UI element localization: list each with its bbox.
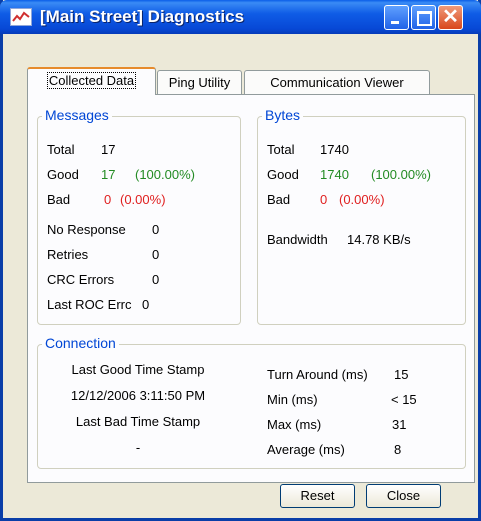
collected-data-panel: Messages Total 17 Good 17 (100.00%) Bad … xyxy=(27,94,475,483)
min-ms-label: Min (ms) xyxy=(267,392,318,407)
last-bad-time-stamp-value: - xyxy=(135,440,141,455)
messages-bad-pct: (0.00%) xyxy=(120,192,166,207)
no-response-value: 0 xyxy=(152,222,160,237)
last-roc-error-label: Last ROC Errc xyxy=(47,297,132,312)
close-button[interactable]: Close xyxy=(366,484,441,508)
connection-legend: Connection xyxy=(42,335,119,351)
bytes-bad-value: 0 xyxy=(320,192,328,207)
chart-app-icon xyxy=(10,8,32,26)
tab-ping-utility[interactable]: Ping Utility xyxy=(157,70,242,94)
bandwidth-value: 14.78 KB/s xyxy=(347,232,411,247)
minimize-button[interactable] xyxy=(384,5,409,30)
turn-around-value: 15 xyxy=(394,367,409,382)
min-ms-value: < 15 xyxy=(391,392,417,407)
bandwidth-label: Bandwidth xyxy=(267,232,328,247)
last-good-time-stamp-label: Last Good Time Stamp xyxy=(71,362,205,377)
bytes-total-value: 1740 xyxy=(320,142,349,157)
crc-errors-label: CRC Errors xyxy=(47,272,115,287)
retries-value: 0 xyxy=(152,247,160,262)
reset-button[interactable]: Reset xyxy=(280,484,355,508)
messages-bad-label: Bad xyxy=(47,192,71,207)
max-ms-value: 31 xyxy=(392,417,407,432)
close-icon: ✕ xyxy=(442,6,459,28)
last-good-time-stamp-value: 12/12/2006 3:11:50 PM xyxy=(70,388,206,403)
bytes-legend: Bytes xyxy=(262,107,304,123)
tab-communication-viewer[interactable]: Communication Viewer xyxy=(244,70,430,94)
tab-collected-data[interactable]: Collected Data xyxy=(27,67,156,95)
messages-good-pct: (100.00%) xyxy=(135,167,195,182)
bytes-good-value: 1740 xyxy=(320,167,349,182)
maximize-button[interactable] xyxy=(411,5,436,30)
bytes-bad-pct: (0.00%) xyxy=(339,192,385,207)
turn-around-label: Turn Around (ms) xyxy=(267,367,368,382)
bytes-total-label: Total xyxy=(267,142,295,157)
crc-errors-value: 0 xyxy=(152,272,160,287)
messages-legend: Messages xyxy=(42,107,112,123)
messages-total-value: 17 xyxy=(101,142,116,157)
last-bad-time-stamp-label: Last Bad Time Stamp xyxy=(75,414,201,429)
messages-good-label: Good xyxy=(47,167,79,182)
max-ms-label: Max (ms) xyxy=(267,417,322,432)
last-roc-error-value: 0 xyxy=(142,297,150,312)
average-ms-label: Average (ms) xyxy=(267,442,345,457)
messages-total-label: Total xyxy=(47,142,75,157)
bytes-good-label: Good xyxy=(267,167,299,182)
connection-group: Connection Last Good Time Stamp 12/12/20… xyxy=(37,335,466,469)
no-response-label: No Response xyxy=(47,222,126,237)
retries-label: Retries xyxy=(47,247,89,262)
bytes-good-pct: (100.00%) xyxy=(371,167,431,182)
average-ms-value: 8 xyxy=(394,442,402,457)
title-bar[interactable]: [Main Street] Diagnostics ✕ xyxy=(0,0,481,34)
bytes-group: Bytes Total 1740 Good 1740 (100.00%) Bad… xyxy=(257,107,466,325)
bytes-bad-label: Bad xyxy=(267,192,291,207)
diagnostics-window: [Main Street] Diagnostics ✕ Collected Da… xyxy=(0,0,481,521)
messages-good-value: 17 xyxy=(101,167,116,182)
messages-bad-value: 0 xyxy=(104,192,112,207)
window-title: [Main Street] Diagnostics xyxy=(40,7,245,26)
messages-group: Messages Total 17 Good 17 (100.00%) Bad … xyxy=(37,107,241,325)
close-window-button[interactable]: ✕ xyxy=(438,5,463,30)
